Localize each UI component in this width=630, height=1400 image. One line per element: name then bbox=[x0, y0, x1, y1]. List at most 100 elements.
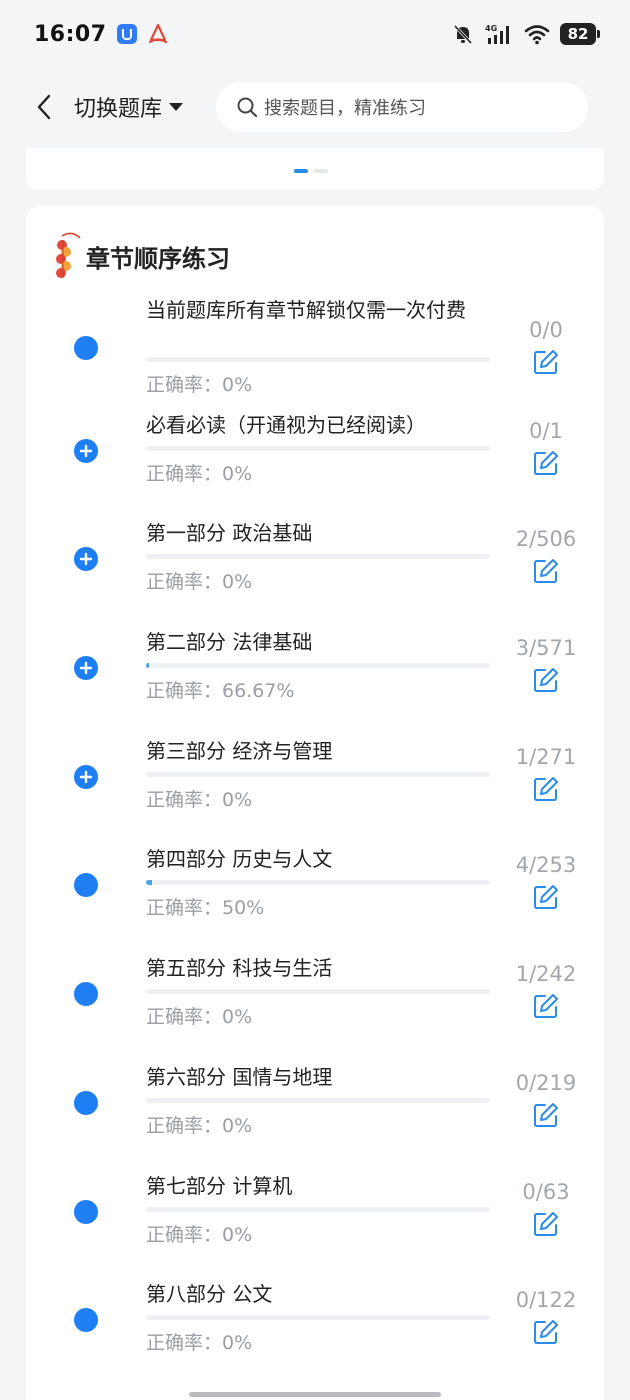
chapter-accuracy: 正确率：0% bbox=[146, 788, 253, 811]
mute-bell-icon bbox=[453, 24, 473, 45]
chapter-item[interactable]: 第二部分 法律基础 正确率：66.67% 3/571 bbox=[26, 616, 604, 725]
chapter-item[interactable]: 第八部分 公文 正确率：0% 0/122 bbox=[26, 1268, 604, 1377]
chapter-accuracy: 正确率：0% bbox=[146, 462, 253, 485]
chapter-dot-icon bbox=[74, 1090, 98, 1115]
edit-practice-icon[interactable] bbox=[533, 450, 559, 476]
firecracker-icon bbox=[56, 232, 81, 278]
chapter-progress-bar bbox=[146, 880, 490, 886]
wifi-icon bbox=[524, 25, 550, 45]
chapter-name: 第四部分 历史与人文 bbox=[146, 847, 333, 872]
chapter-name: 第三部分 经济与管理 bbox=[146, 738, 333, 763]
chapter-count: 0/1 bbox=[529, 418, 563, 443]
carousel-dots bbox=[294, 169, 328, 173]
chapter-dot-icon bbox=[74, 336, 98, 360]
chapter-progress-fill bbox=[146, 880, 152, 886]
section-header: 章节顺序练习 bbox=[54, 230, 230, 282]
status-left: 16:07 bbox=[34, 22, 169, 47]
edit-practice-icon[interactable] bbox=[533, 1102, 559, 1128]
search-input[interactable]: 搜索题目，精准练习 bbox=[216, 82, 589, 132]
chapter-dot-icon bbox=[74, 1199, 98, 1224]
chapter-name: 第五部分 科技与生活 bbox=[146, 956, 333, 981]
chapter-item[interactable]: 第六部分 国情与地理 正确率：0% 0/219 bbox=[26, 1051, 604, 1160]
chapter-item[interactable]: 当前题库所有章节解锁仅需一次付费 正确率：0% 0/0 bbox=[26, 290, 604, 399]
app-notification-icon bbox=[116, 24, 137, 44]
chapter-name: 第二部分 法律基础 bbox=[146, 630, 313, 655]
chapter-name: 第七部分 计算机 bbox=[146, 1173, 293, 1198]
chapter-count: 4/253 bbox=[515, 853, 577, 878]
header: 切换题库 搜索题目，精准练习 bbox=[0, 78, 630, 136]
chapter-count: 1/242 bbox=[515, 962, 577, 987]
edit-practice-icon[interactable] bbox=[533, 1319, 559, 1345]
search-placeholder: 搜索题目，精准练习 bbox=[264, 98, 427, 119]
chapter-name: 第一部分 政治基础 bbox=[146, 521, 313, 546]
chapter-item[interactable]: 第七部分 计算机 正确率：0% 0/63 bbox=[26, 1160, 604, 1269]
network-type-text: 4G bbox=[485, 24, 497, 33]
chapter-count: 3/571 bbox=[515, 636, 577, 661]
chapter-progress-bar bbox=[146, 663, 490, 669]
chapter-list: 当前题库所有章节解锁仅需一次付费 正确率：0% 0/0 必看必读（开通视为已经阅读） 正… bbox=[26, 290, 604, 1377]
edit-practice-icon[interactable] bbox=[533, 667, 559, 693]
chapter-count: 2/506 bbox=[515, 527, 577, 552]
chapter-practice-card: 章节顺序练习 当前题库所有章节解锁仅需一次付费 正确率：0% 0/0 必看必读（开通视… bbox=[26, 206, 604, 1400]
section-title: 章节顺序练习 bbox=[86, 244, 230, 273]
chapter-item[interactable]: 第四部分 历史与人文 正确率：50% 4/253 bbox=[26, 833, 604, 942]
edit-practice-icon[interactable] bbox=[533, 349, 559, 375]
chapter-accuracy: 正确率：0% bbox=[146, 571, 253, 594]
home-indicator[interactable] bbox=[189, 1392, 441, 1397]
banner-card bbox=[26, 148, 604, 190]
chapter-item[interactable]: 第三部分 经济与管理 正确率：0% 1/271 bbox=[26, 725, 604, 834]
chapter-accuracy: 正确率：66.67% bbox=[146, 680, 295, 703]
chapter-name: 必看必读（开通视为已经阅读） bbox=[146, 412, 426, 437]
chapter-accuracy: 正确率：50% bbox=[146, 897, 265, 920]
chapter-dot-icon bbox=[74, 982, 98, 1007]
chapter-count: 1/271 bbox=[515, 744, 577, 769]
chapter-item[interactable]: 第五部分 科技与生活 正确率：0% 1/242 bbox=[26, 942, 604, 1051]
chapter-count: 0/219 bbox=[515, 1070, 577, 1095]
chapter-accuracy: 正确率：0% bbox=[146, 1114, 253, 1137]
chapter-count: 0/63 bbox=[522, 1179, 570, 1204]
chevron-left-icon bbox=[37, 94, 51, 120]
chapter-progress-bar bbox=[146, 989, 490, 995]
edit-practice-icon[interactable] bbox=[533, 776, 559, 802]
switch-bank-dropdown[interactable]: 切换题库 bbox=[74, 91, 184, 123]
chapter-item[interactable]: 第一部分 政治基础 正确率：0% 2/506 bbox=[26, 507, 604, 616]
flame-app-icon bbox=[148, 23, 167, 44]
edit-practice-icon[interactable] bbox=[533, 1211, 559, 1237]
status-right: 4G 82 bbox=[452, 23, 600, 45]
edit-practice-icon[interactable] bbox=[533, 884, 559, 910]
expand-plus-icon[interactable] bbox=[74, 438, 98, 463]
chapter-progress-bar bbox=[146, 1097, 490, 1103]
chapter-progress-bar bbox=[146, 357, 490, 362]
chapter-name: 第八部分 公文 bbox=[146, 1282, 273, 1307]
expand-plus-icon[interactable] bbox=[74, 656, 98, 681]
chapter-accuracy: 正确率：0% bbox=[146, 1332, 253, 1355]
chapter-count: 0/122 bbox=[515, 1288, 577, 1313]
carousel-dot[interactable] bbox=[314, 169, 328, 173]
chapter-progress-bar bbox=[146, 1315, 490, 1321]
chapter-dot-icon bbox=[74, 1308, 98, 1333]
expand-plus-icon[interactable] bbox=[74, 547, 98, 572]
edit-practice-icon[interactable] bbox=[533, 993, 559, 1019]
switch-bank-label: 切换题库 bbox=[74, 97, 163, 122]
caret-down-icon bbox=[169, 103, 184, 111]
status-time: 16:07 bbox=[34, 21, 107, 47]
chapter-count: 0/0 bbox=[529, 318, 563, 342]
back-button[interactable] bbox=[24, 87, 64, 127]
chapter-item[interactable]: 必看必读（开通视为已经阅读） 正确率：0% 0/1 bbox=[26, 399, 604, 508]
expand-plus-icon[interactable] bbox=[74, 764, 98, 789]
chapter-progress-bar bbox=[146, 554, 490, 560]
chapter-dot-icon bbox=[74, 873, 98, 898]
edit-practice-icon[interactable] bbox=[533, 558, 559, 584]
chapter-progress-bar bbox=[146, 445, 490, 451]
battery-indicator: 82 bbox=[560, 23, 600, 45]
signal-icon: 4G bbox=[485, 24, 509, 44]
chapter-progress-bar bbox=[146, 1206, 490, 1212]
search-icon bbox=[237, 97, 258, 118]
chapter-name: 当前题库所有章节解锁仅需一次付费 bbox=[146, 298, 466, 322]
chapter-name: 第六部分 国情与地理 bbox=[146, 1064, 333, 1089]
carousel-dot-active[interactable] bbox=[294, 169, 308, 173]
chapter-accuracy: 正确率：0% bbox=[146, 1223, 253, 1246]
chapter-accuracy: 正确率：0% bbox=[146, 1006, 253, 1029]
status-bar: 16:07 4G 82 bbox=[0, 0, 630, 68]
chapter-progress-fill bbox=[146, 663, 149, 669]
